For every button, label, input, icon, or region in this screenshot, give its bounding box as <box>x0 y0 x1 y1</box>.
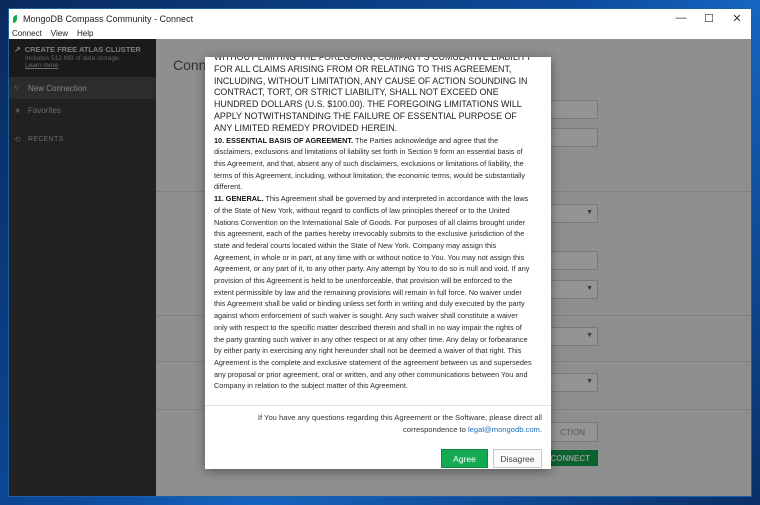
section-10-paragraph: 10. ESSENTIAL BASIS OF AGREEMENT. The Pa… <box>214 135 532 194</box>
section-10-heading: 10. ESSENTIAL BASIS OF AGREEMENT. <box>214 135 354 145</box>
liability-paragraph: WITHOUT LIMITING THE FOREGOING, COMPANY'… <box>214 57 532 133</box>
maximize-button[interactable]: ☐ <box>695 12 723 25</box>
section-11-paragraph: 11. GENERAL. This Agreement shall be gov… <box>214 193 532 392</box>
dialog-divider <box>205 405 551 406</box>
legal-email-link[interactable]: legal@mongodb.com <box>468 425 540 434</box>
title-bar: MongoDB Compass Community - Connect — ☐ … <box>9 9 751 28</box>
menu-view[interactable]: View <box>51 29 68 38</box>
license-text-scroll[interactable]: WITHOUT LIMITING THE FOREGOING, COMPANY'… <box>214 57 532 401</box>
mongodb-leaf-icon <box>13 14 17 23</box>
menu-connect[interactable]: Connect <box>12 29 42 38</box>
license-agreement-dialog: WITHOUT LIMITING THE FOREGOING, COMPANY'… <box>205 57 551 469</box>
minimize-button[interactable]: — <box>667 12 695 25</box>
app-window: MongoDB Compass Community - Connect — ☐ … <box>8 8 752 497</box>
menu-help[interactable]: Help <box>77 29 93 38</box>
menu-bar: Connect View Help <box>9 28 751 39</box>
close-button[interactable]: ✕ <box>723 12 751 25</box>
window-title: MongoDB Compass Community - Connect <box>23 13 194 24</box>
footer-period: . <box>539 425 542 434</box>
section-11-heading: 11. GENERAL. <box>214 194 264 204</box>
disagree-button[interactable]: Disagree <box>493 449 542 468</box>
dialog-footer-text: If You have any questions regarding this… <box>222 412 542 436</box>
agree-button[interactable]: Agree <box>441 449 488 468</box>
section-11-body: This Agreement shall be governed by and … <box>214 194 532 391</box>
